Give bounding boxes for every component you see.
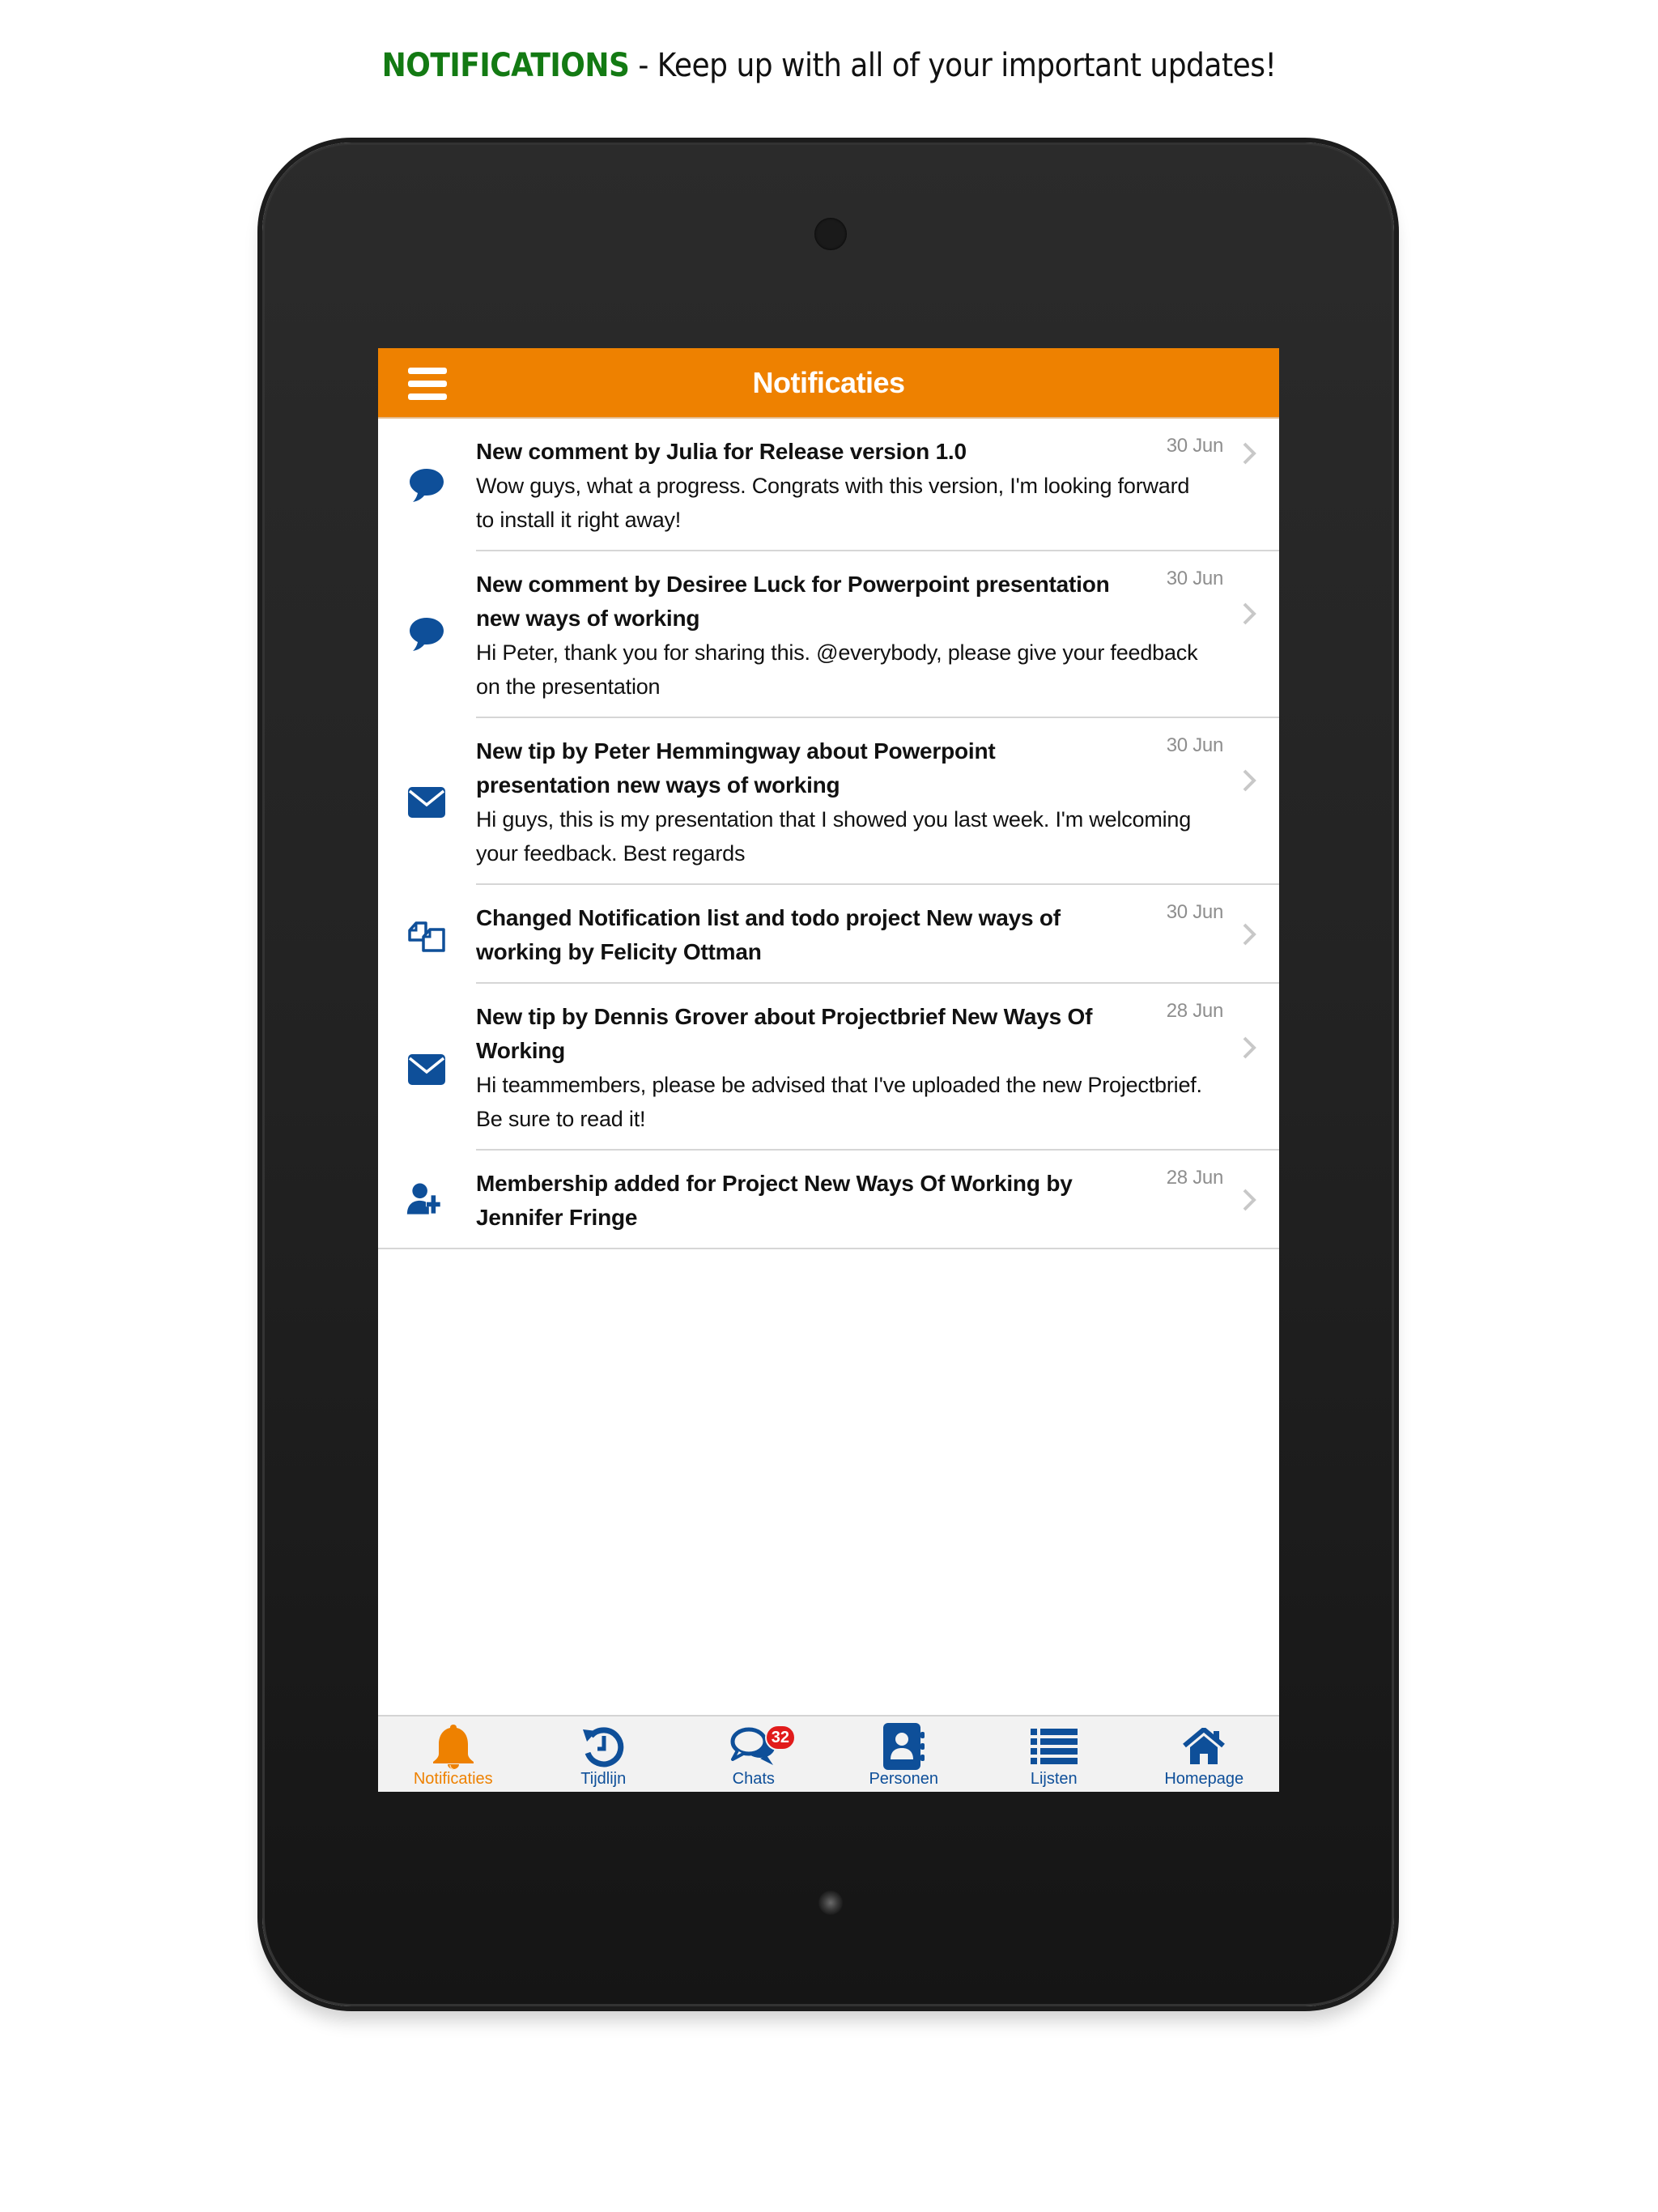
chevron-right-icon [1243,769,1256,792]
notification-body: Wow guys, what a progress. Congrats with… [476,474,1190,532]
notification-date: 28 Jun [1166,1167,1224,1189]
tab-label: Personen [869,1770,939,1788]
bell-icon [432,1723,475,1770]
tab-chats[interactable]: 32 Chats [678,1716,829,1792]
notification-date: 30 Jun [1166,435,1224,457]
notification-row[interactable]: Membership added for Project New Ways Of… [378,1151,1279,1249]
promo-accent: NOTIFICATIONS [381,47,630,84]
tab-notificaties[interactable]: Notificaties [378,1716,529,1792]
notification-row[interactable]: Changed Notification list and todo proje… [378,885,1279,984]
notification-date: 30 Jun [1166,734,1224,756]
notification-body: Hi guys, this is my presentation that I … [476,807,1192,866]
app-header: Notificaties [378,348,1279,419]
home-icon [1183,1723,1226,1770]
notification-row[interactable]: New tip by Dennis Grover about Projectbr… [378,984,1279,1151]
speech-bubble-icon [406,613,448,655]
notification-title: Changed Notification list and todo proje… [476,905,1061,964]
tab-label: Homepage [1164,1770,1244,1788]
chats-icon: 32 [729,1723,796,1770]
chevron-right-icon [1243,1189,1256,1211]
chevron-right-icon [1243,923,1256,946]
app-screen: Notificaties New comment by Julia for Re… [378,348,1279,1792]
speech-bubble-icon [406,464,448,506]
copy-documents-icon [406,912,448,955]
envelope-icon [406,781,448,823]
notification-body: Hi Peter, thank you for sharing this. @e… [476,640,1198,699]
chevron-right-icon [1243,602,1256,625]
notification-title: New comment by Desiree Luck for Powerpoi… [476,572,1110,631]
notification-body: Hi teammembers, please be advised that I… [476,1073,1202,1131]
tab-label: Notificaties [413,1770,493,1788]
chevron-right-icon [1243,1036,1256,1059]
list-icon [1030,1723,1078,1770]
home-sensor-icon [818,1891,843,1915]
notification-title: New comment by Julia for Release version… [476,439,967,464]
notification-date: 30 Jun [1166,568,1224,589]
tab-tijdlijn[interactable]: Tijdlijn [529,1716,679,1792]
promo-headline: NOTIFICATIONS - Keep up with all of your… [0,47,1658,84]
camera-icon [814,218,847,250]
chevron-right-icon [1243,442,1256,465]
notification-row[interactable]: New tip by Peter Hemmingway about Powerp… [378,718,1279,885]
bottom-tab-bar: Notificaties Tijdlijn 32 Chats Personen [378,1715,1279,1792]
page-title: Notificaties [752,366,905,399]
history-icon [581,1723,625,1770]
tab-label: Lijsten [1030,1770,1078,1788]
tab-label: Chats [732,1770,775,1788]
envelope-icon [406,1049,448,1091]
tab-label: Tijdlijn [580,1770,627,1788]
notification-title: New tip by Peter Hemmingway about Powerp… [476,738,996,798]
tab-personen[interactable]: Personen [829,1716,980,1792]
notification-row[interactable]: New comment by Desiree Luck for Powerpoi… [378,551,1279,718]
notification-date: 30 Jun [1166,901,1224,923]
chats-unread-badge: 32 [764,1725,796,1750]
notification-title: Membership added for Project New Ways Of… [476,1171,1073,1230]
tab-homepage[interactable]: Homepage [1129,1716,1280,1792]
notification-date: 28 Jun [1166,1000,1224,1022]
tab-lijsten[interactable]: Lijsten [979,1716,1129,1792]
notification-list: New comment by Julia for Release version… [378,419,1279,1249]
user-plus-icon [406,1178,448,1220]
address-book-icon [882,1723,925,1770]
notification-row[interactable]: New comment by Julia for Release version… [378,419,1279,551]
promo-text: - Keep up with all of your important upd… [629,47,1277,84]
notification-title: New tip by Dennis Grover about Projectbr… [476,1004,1093,1063]
